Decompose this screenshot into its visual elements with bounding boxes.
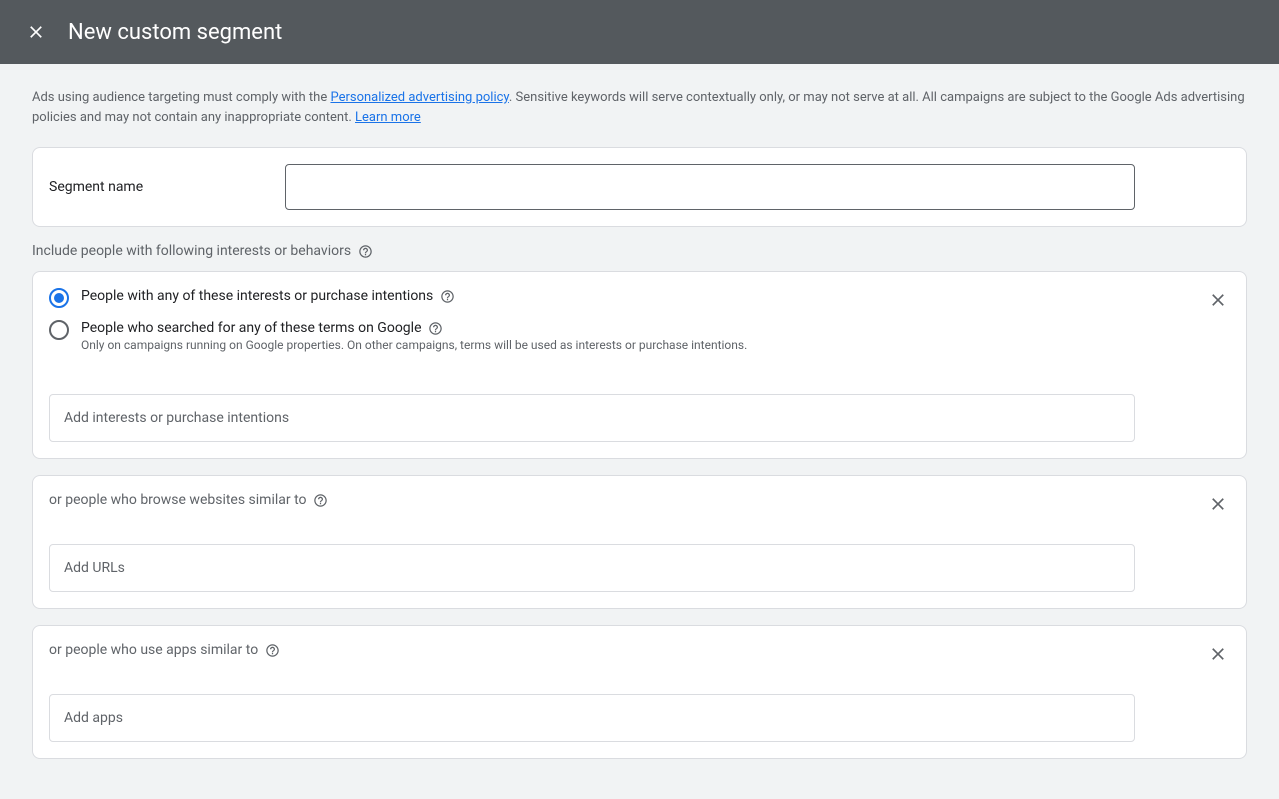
section-intro-label: Include people with following interests … [32,243,1247,259]
close-icon[interactable] [1206,492,1230,516]
section-intro-text: Include people with following interests … [32,243,351,259]
segment-name-label: Segment name [49,179,285,195]
radio-search-label: People who searched for any of these ter… [81,320,422,336]
close-icon[interactable] [1206,642,1230,666]
radio-button-selected[interactable] [49,288,69,308]
policy-link[interactable]: Personalized advertising policy [330,90,508,105]
policy-notice: Ads using audience targeting must comply… [32,88,1247,127]
urls-input[interactable] [49,544,1135,592]
websites-card: or people who browse websites similar to [32,475,1247,609]
radio-interests[interactable]: People with any of these interests or pu… [49,288,1230,308]
apps-label: or people who use apps similar to [49,642,258,658]
segment-name-card: Segment name [32,147,1247,227]
segment-name-input[interactable] [285,164,1135,210]
learn-more-link[interactable]: Learn more [355,110,421,125]
apps-card: or people who use apps similar to [32,625,1247,759]
notice-prefix: Ads using audience targeting must comply… [32,90,330,105]
help-icon[interactable] [313,492,329,508]
interests-card: People with any of these interests or pu… [32,271,1247,459]
help-icon[interactable] [428,320,444,336]
dialog-title: New custom segment [68,20,282,45]
radio-search-sublabel: Only on campaigns running on Google prop… [81,338,1230,352]
close-icon[interactable] [24,20,48,44]
content-area: Ads using audience targeting must comply… [0,64,1279,799]
radio-interests-label: People with any of these interests or pu… [81,288,433,304]
apps-input[interactable] [49,694,1135,742]
websites-label: or people who browse websites similar to [49,492,307,508]
radio-search-terms[interactable]: People who searched for any of these ter… [49,320,1230,352]
radio-button-unselected[interactable] [49,320,69,340]
help-icon[interactable] [439,288,455,304]
help-icon[interactable] [357,243,373,259]
dialog-header: New custom segment [0,0,1279,64]
close-icon[interactable] [1206,288,1230,312]
interests-input[interactable] [49,394,1135,442]
help-icon[interactable] [264,642,280,658]
